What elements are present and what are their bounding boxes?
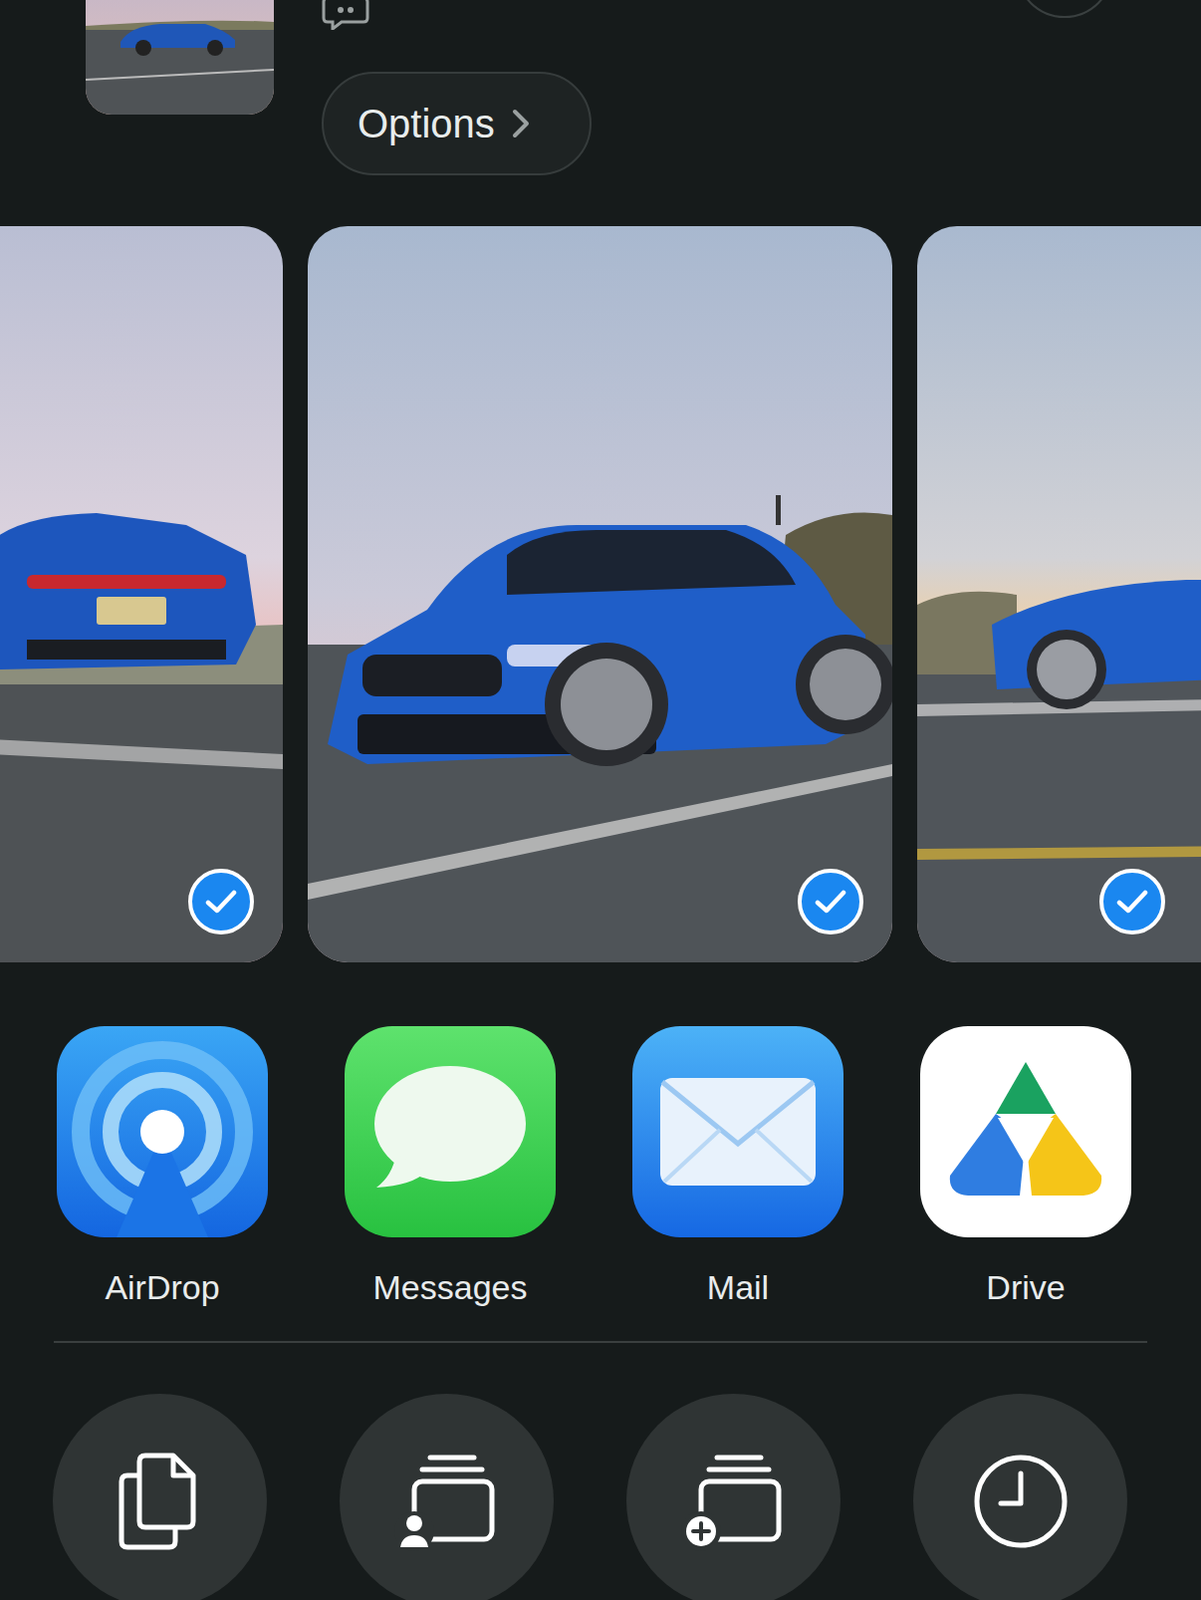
preview-photo-icon [85, 0, 274, 115]
app-label: Messages [373, 1266, 528, 1307]
copy-button[interactable] [52, 1393, 267, 1600]
mail-icon [632, 1025, 844, 1237]
selection-check[interactable] [797, 868, 864, 935]
selection-check[interactable] [188, 868, 254, 935]
caption-area [321, 0, 592, 40]
preview-thumbnail [85, 0, 274, 115]
photo-card[interactable] [0, 226, 283, 962]
action-row [0, 1393, 1201, 1600]
checkmark-icon [1116, 888, 1149, 915]
app-item[interactable]: AirDrop [56, 1025, 268, 1307]
photo-carousel[interactable] [0, 226, 1201, 962]
chevron-right-icon [510, 107, 531, 140]
app-label: AirDrop [104, 1266, 220, 1307]
checkmark-icon [814, 888, 847, 915]
separator [53, 1340, 1148, 1343]
shared-album-icon [392, 1450, 502, 1551]
car-rear-photo-icon [0, 226, 283, 962]
share-sheet: Options [0, 0, 1201, 1600]
options-button[interactable]: Options [321, 71, 592, 176]
messages-icon [344, 1025, 556, 1237]
drive-icon [920, 1025, 1132, 1237]
clock-icon [970, 1450, 1071, 1551]
schedule-button[interactable] [913, 1393, 1128, 1600]
caption-quote-icon[interactable] [321, 0, 370, 30]
app-label: Drive [985, 1266, 1065, 1307]
checkmark-icon [205, 888, 238, 915]
photo-card[interactable] [917, 226, 1201, 962]
app-row: AirDrop Messages [0, 1025, 1201, 1307]
car-front-photo-icon [307, 226, 893, 962]
options-label: Options [357, 93, 495, 154]
app-item[interactable]: Messages [344, 1025, 556, 1307]
selection-check[interactable] [1099, 868, 1166, 935]
close-button[interactable] [1015, 0, 1114, 18]
app-item[interactable]: Mail [632, 1025, 844, 1307]
app-item[interactable]: Drive [920, 1025, 1132, 1307]
header-controls: Options [321, 0, 592, 227]
share-header: Options [0, 0, 1201, 227]
airdrop-icon [56, 1025, 268, 1237]
car-side-photo-icon [917, 226, 1201, 962]
add-to-album-icon [679, 1450, 789, 1551]
shared-album-button[interactable] [339, 1393, 554, 1600]
add-to-album-button[interactable] [626, 1393, 841, 1600]
copy-icon [115, 1450, 206, 1551]
app-label: Mail [707, 1266, 769, 1307]
photo-card[interactable] [307, 226, 893, 962]
